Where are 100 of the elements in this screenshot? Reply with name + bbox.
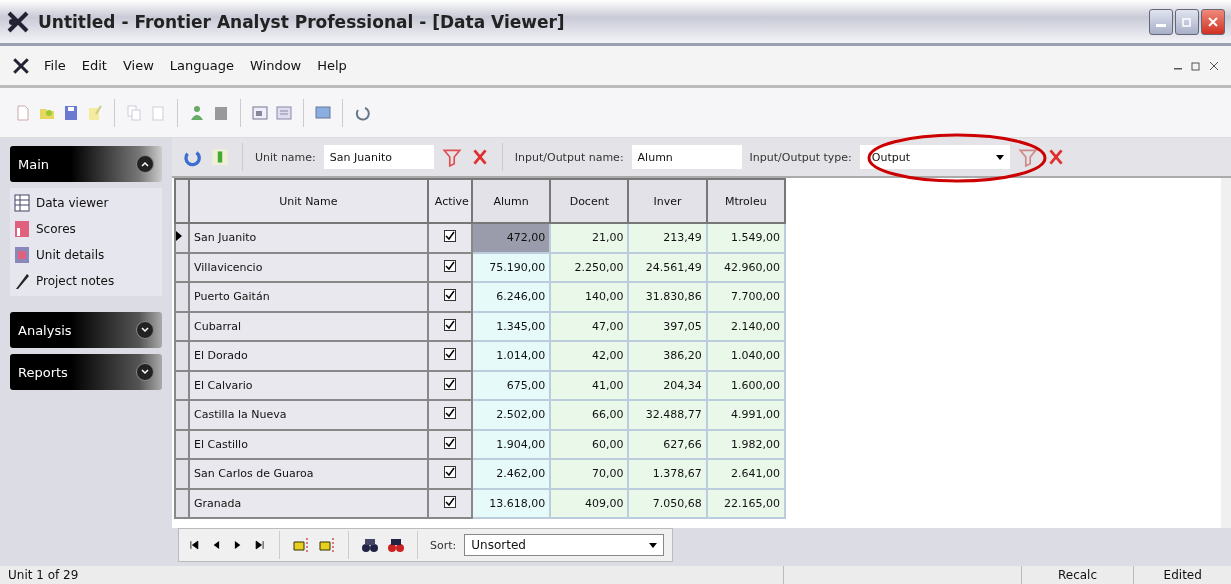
column-header[interactable]: Alumn [471, 179, 551, 223]
table-cell: 2.250,00 [550, 252, 629, 282]
expand-icon [136, 363, 154, 381]
window-title: Untitled - Frontier Analyst Professional - [Data Viewer] [38, 11, 565, 32]
table-cell: 627,66 [628, 429, 707, 459]
chart-icon [14, 220, 30, 238]
scrollbar[interactable] [1221, 178, 1231, 528]
table-cell: 2.140,00 [706, 311, 785, 341]
column-header[interactable]: Mtroleu [706, 179, 785, 223]
pen-icon [14, 272, 30, 290]
unit-name-field[interactable]: San Juanito [323, 145, 434, 169]
table-cell: San Carlos de Guaroa [189, 459, 428, 489]
table-cell: 1.014,00 [471, 341, 551, 371]
checkbox[interactable] [443, 259, 456, 272]
table-cell: Granada [189, 488, 428, 518]
menu-item[interactable]: File [42, 56, 68, 75]
restore-button[interactable] [1175, 8, 1199, 35]
status-text: Unit 1 of 29 [7, 567, 80, 584]
table-cell: 4.991,00 [706, 400, 785, 430]
table-cell: 42.960,00 [706, 252, 785, 282]
checkbox[interactable] [443, 495, 456, 508]
table-cell: 7.050,68 [628, 488, 707, 518]
table-cell: 22.165,00 [706, 488, 785, 518]
table-cell: 409,00 [550, 488, 629, 518]
table-cell: 397,05 [628, 311, 707, 341]
collapse-icon [136, 155, 154, 173]
table-cell: 1.345,00 [471, 311, 551, 341]
last-icon[interactable] [253, 538, 267, 552]
field-label: Input/Output name: [514, 150, 624, 164]
window-icon[interactable] [251, 103, 269, 122]
first-icon[interactable] [187, 538, 201, 552]
app-logo-icon [12, 56, 30, 75]
table-cell: 66,00 [550, 400, 629, 430]
column-header[interactable]: Docent [550, 179, 629, 223]
column-header[interactable]: Inver [628, 179, 707, 223]
close-button[interactable] [1201, 8, 1225, 35]
close-icon [1208, 16, 1218, 27]
sidebar-item[interactable]: Data viewer [36, 196, 109, 210]
table-cell: Villavicencio [189, 252, 428, 282]
io-type-dropdown[interactable]: Output [859, 145, 1010, 169]
table-cell: Cubarral [189, 311, 428, 341]
binoculars-icon[interactable] [387, 536, 405, 554]
menu-item[interactable]: Language [167, 56, 236, 75]
sidebar-section-header[interactable]: Main [10, 146, 162, 182]
field-label: Unit name: [255, 150, 316, 164]
filter-icon[interactable] [1017, 147, 1038, 167]
checkbox[interactable] [443, 377, 456, 390]
monitor-icon[interactable] [314, 103, 332, 122]
table-cell: 31.830,86 [628, 282, 707, 312]
sidebar-item[interactable]: Scores [36, 222, 76, 236]
table-cell: 7.700,00 [706, 282, 785, 312]
checkbox[interactable] [443, 348, 456, 361]
table-cell: El Dorado [189, 341, 428, 371]
column-header[interactable]: Unit Name [189, 179, 428, 223]
menu-item[interactable]: Help [315, 56, 349, 75]
app-logo-icon [6, 9, 30, 34]
io-name-field[interactable]: Alumn [631, 145, 742, 169]
binoculars-icon[interactable] [361, 536, 379, 554]
table-cell: 70,00 [550, 459, 629, 489]
save-icon[interactable] [62, 103, 80, 122]
sort-dropdown[interactable]: Unsorted [464, 534, 665, 556]
filter-icon[interactable] [441, 147, 462, 167]
table-cell: 1.904,00 [471, 429, 551, 459]
checkbox[interactable] [443, 436, 456, 449]
table-cell: 42,00 [550, 341, 629, 371]
document-icon [14, 246, 30, 264]
close-icon[interactable] [1209, 60, 1219, 71]
table-cell: 1.549,00 [706, 223, 785, 253]
sidebar-item[interactable]: Project notes [36, 274, 115, 288]
sidebar-section-header[interactable]: Analysis [10, 312, 162, 348]
checkbox[interactable] [443, 407, 456, 420]
checkbox[interactable] [443, 289, 456, 302]
table-cell: 1.040,00 [706, 341, 785, 371]
table-cell: 13.618,00 [471, 488, 551, 518]
menu-item[interactable]: View [120, 56, 156, 75]
table-cell: 60,00 [550, 429, 629, 459]
sidebar-item[interactable]: Unit details [36, 248, 105, 262]
status-text: Recalc [1020, 566, 1134, 584]
table-cell: 6.246,00 [471, 282, 551, 312]
table-cell: 2.462,00 [471, 459, 551, 489]
table-cell: 140,00 [550, 282, 629, 312]
person-icon[interactable] [188, 103, 206, 122]
menu-item[interactable]: Window [247, 56, 304, 75]
expand-icon [136, 321, 154, 339]
table-cell: 1.600,00 [706, 370, 785, 400]
table-cell: Castilla la Nueva [189, 400, 428, 430]
field-label: Input/Output type: [749, 150, 852, 164]
sidebar-section-header[interactable]: Reports [10, 354, 162, 390]
minimize-button[interactable] [1149, 8, 1173, 35]
row-pointer-icon [176, 231, 182, 242]
checkbox[interactable] [443, 466, 456, 479]
sort-label: Sort: [430, 538, 457, 552]
table-cell: Puerto Gaitán [189, 282, 428, 312]
table-cell: El Calvario [189, 370, 428, 400]
menu-item[interactable]: Edit [79, 56, 109, 75]
checkbox[interactable] [443, 230, 456, 243]
minimize-icon [1156, 24, 1166, 27]
restore-icon[interactable] [1191, 60, 1201, 71]
column-header[interactable]: Active [427, 179, 472, 223]
checkbox[interactable] [443, 318, 456, 331]
